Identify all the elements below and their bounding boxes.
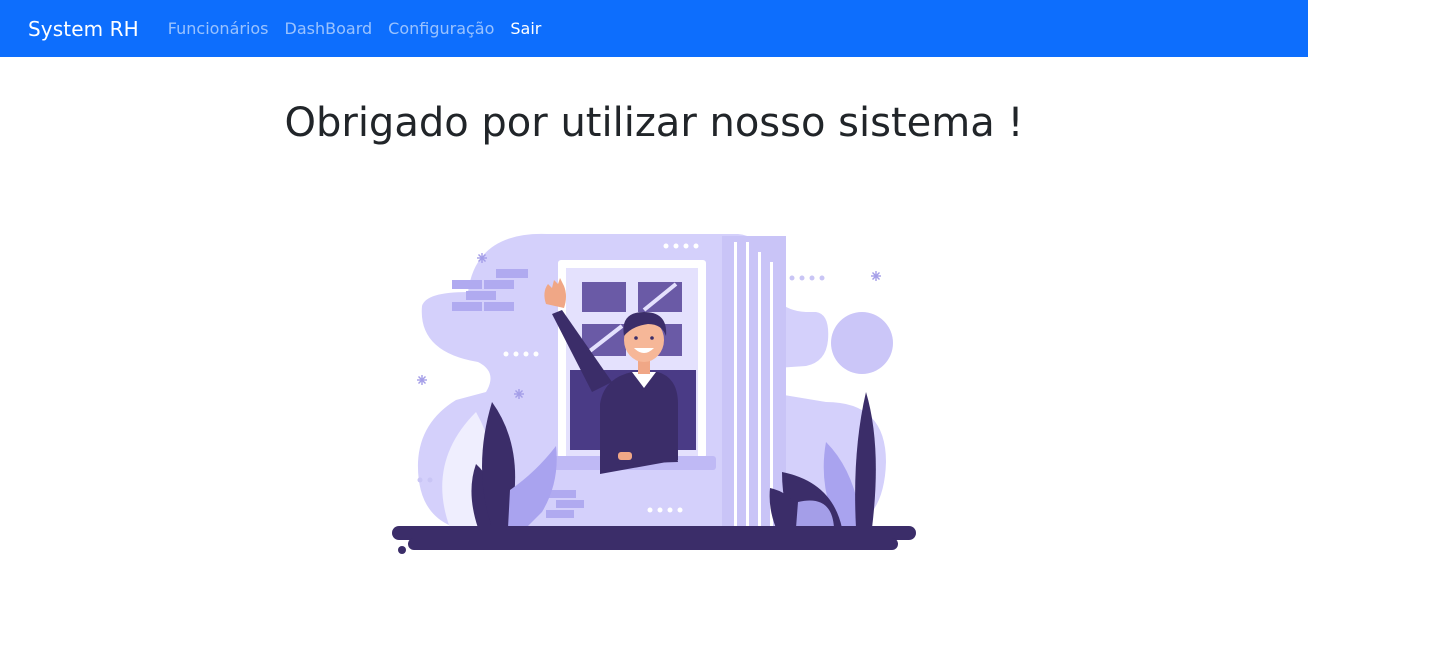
nav-link-configuracao[interactable]: Configuração [388,19,494,38]
nav-link-sair[interactable]: Sair [510,19,541,38]
nav-links: Funcionários DashBoard Configuração Sair [168,19,558,38]
top-navbar: System RH Funcionários DashBoard Configu… [0,0,1308,57]
building-columns [722,236,786,528]
main-content: Obrigado por utilizar nosso sistema ! [0,57,1308,646]
page-title: Obrigado por utilizar nosso sistema ! [284,100,1024,146]
nav-link-funcionarios[interactable]: Funcionários [168,19,269,38]
ground [392,526,916,554]
nav-link-dashboard[interactable]: DashBoard [285,19,373,38]
moon-circle [831,312,893,374]
waving-man-illustration [392,233,916,554]
brand-link[interactable]: System RH [28,17,139,41]
